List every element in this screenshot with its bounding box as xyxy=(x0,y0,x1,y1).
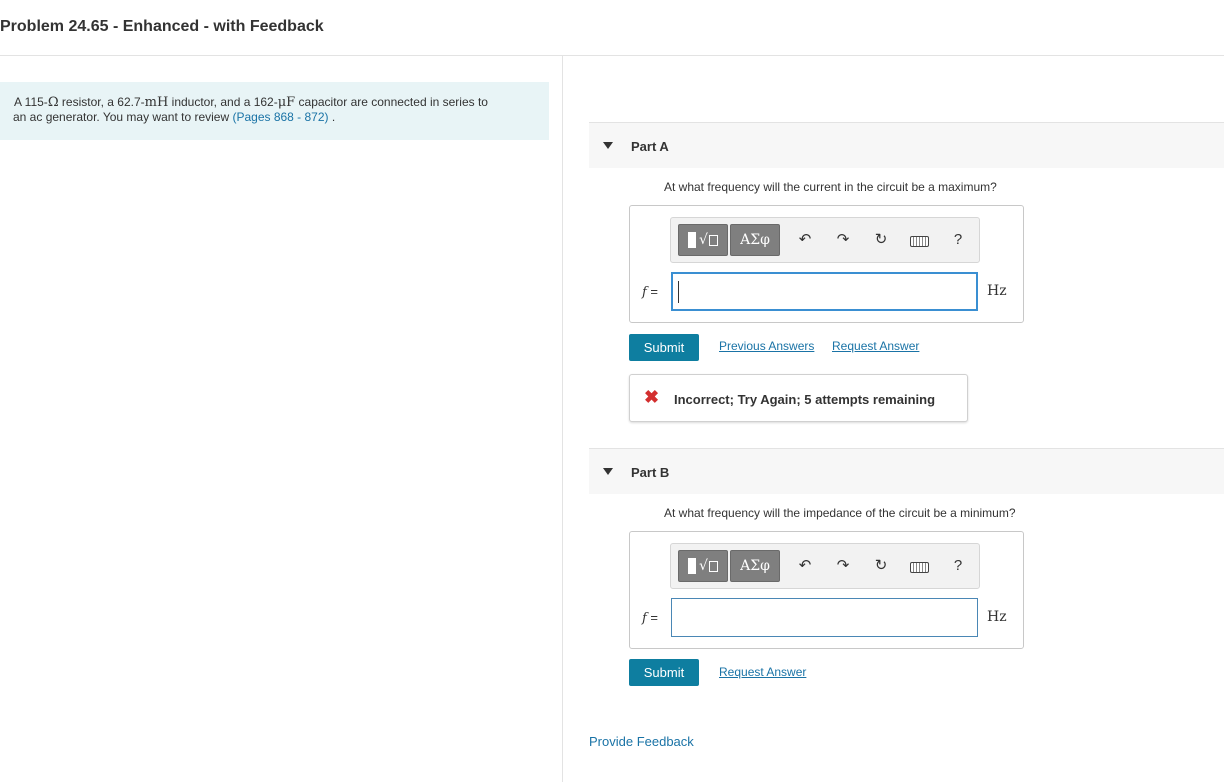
ohm-symbol: Ω xyxy=(47,95,59,110)
radical-icon: √ xyxy=(699,558,708,574)
box-icon xyxy=(708,560,718,572)
title-divider xyxy=(0,55,1224,56)
part-a-answer-input[interactable] xyxy=(671,272,978,311)
reset-icon[interactable]: ↻ xyxy=(871,556,891,576)
help-icon[interactable]: ? xyxy=(948,230,968,250)
part-b-request-answer-link[interactable]: Request Answer xyxy=(719,665,806,679)
previous-answers-link[interactable]: Previous Answers xyxy=(719,339,814,353)
collapse-caret-icon[interactable] xyxy=(603,142,613,149)
collapse-caret-icon[interactable] xyxy=(603,468,613,475)
problem-statement: A 115-Ω resistor, a 62.7-mH inductor, an… xyxy=(0,82,549,140)
math-toolbar: √ ΑΣφ ↶ ↷ ↻ ? xyxy=(670,217,980,263)
part-b-question: At what frequency will the impedance of … xyxy=(664,506,1016,520)
text-cursor xyxy=(678,281,679,303)
page-title: Problem 24.65 - Enhanced - with Feedback xyxy=(0,18,324,35)
problem-text: resistor, a 62.7- xyxy=(58,95,145,109)
redo-icon[interactable]: ↷ xyxy=(833,556,853,576)
feedback-text: Incorrect; Try Again; 5 attempts remaini… xyxy=(674,392,936,407)
keyboard-icon[interactable] xyxy=(910,236,929,247)
templates-button[interactable]: √ xyxy=(678,550,728,582)
part-a-answer-box: √ ΑΣφ ↶ ↷ ↻ ? f = Hz xyxy=(629,205,1024,323)
unit-label: Hz xyxy=(987,609,1007,625)
block-icon xyxy=(688,232,697,248)
part-a-header[interactable]: Part A xyxy=(589,122,1224,168)
problem-line-2: an ac generator. You may want to review … xyxy=(13,110,549,125)
block-icon xyxy=(688,558,697,574)
part-b-label: Part B xyxy=(631,465,670,480)
radical-icon: √ xyxy=(699,232,708,248)
box-icon xyxy=(708,234,718,246)
column-divider xyxy=(562,56,563,782)
millihenry-unit: mH xyxy=(144,95,169,110)
part-a-question: At what frequency will the current in th… xyxy=(664,180,997,194)
greek-symbols-button[interactable]: ΑΣφ xyxy=(730,550,780,582)
part-a-label: Part A xyxy=(631,139,669,154)
frequency-variable-label: f = xyxy=(642,610,658,626)
templates-button[interactable]: √ xyxy=(678,224,728,256)
help-icon[interactable]: ? xyxy=(948,556,968,576)
redo-icon[interactable]: ↷ xyxy=(833,230,853,250)
incorrect-x-icon: ✖ xyxy=(644,387,660,407)
reset-icon[interactable]: ↻ xyxy=(871,230,891,250)
feedback-message: ✖ Incorrect; Try Again; 5 attempts remai… xyxy=(629,374,968,422)
undo-icon[interactable]: ↶ xyxy=(795,230,815,250)
keyboard-icon[interactable] xyxy=(910,562,929,573)
part-a-request-answer-link[interactable]: Request Answer xyxy=(832,339,919,353)
problem-text: A 115- xyxy=(14,95,48,109)
part-b-header[interactable]: Part B xyxy=(589,448,1224,494)
problem-text: capacitor are connected in series to xyxy=(295,95,488,109)
part-b-answer-input[interactable] xyxy=(671,598,978,637)
problem-line-1: A 115-Ω resistor, a 62.7-mH inductor, an… xyxy=(14,95,549,110)
part-b-answer-box: √ ΑΣφ ↶ ↷ ↻ ? f = Hz xyxy=(629,531,1024,649)
part-a-submit-button[interactable]: Submit xyxy=(629,334,699,361)
undo-icon[interactable]: ↶ xyxy=(795,556,815,576)
problem-text: . xyxy=(328,110,336,124)
provide-feedback-link[interactable]: Provide Feedback xyxy=(589,734,694,749)
problem-text: an ac generator. You may want to review xyxy=(13,110,233,124)
equals-sign: = xyxy=(646,284,659,299)
equals-sign: = xyxy=(646,610,659,625)
unit-label: Hz xyxy=(987,283,1007,299)
greek-symbols-button[interactable]: ΑΣφ xyxy=(730,224,780,256)
math-toolbar: √ ΑΣφ ↶ ↷ ↻ ? xyxy=(670,543,980,589)
review-pages-link[interactable]: (Pages 868 - 872) xyxy=(232,110,328,124)
frequency-variable-label: f = xyxy=(642,284,658,300)
microfarad-unit: μF xyxy=(277,95,296,110)
problem-text: inductor, and a 162- xyxy=(168,95,278,109)
part-b-submit-button[interactable]: Submit xyxy=(629,659,699,686)
